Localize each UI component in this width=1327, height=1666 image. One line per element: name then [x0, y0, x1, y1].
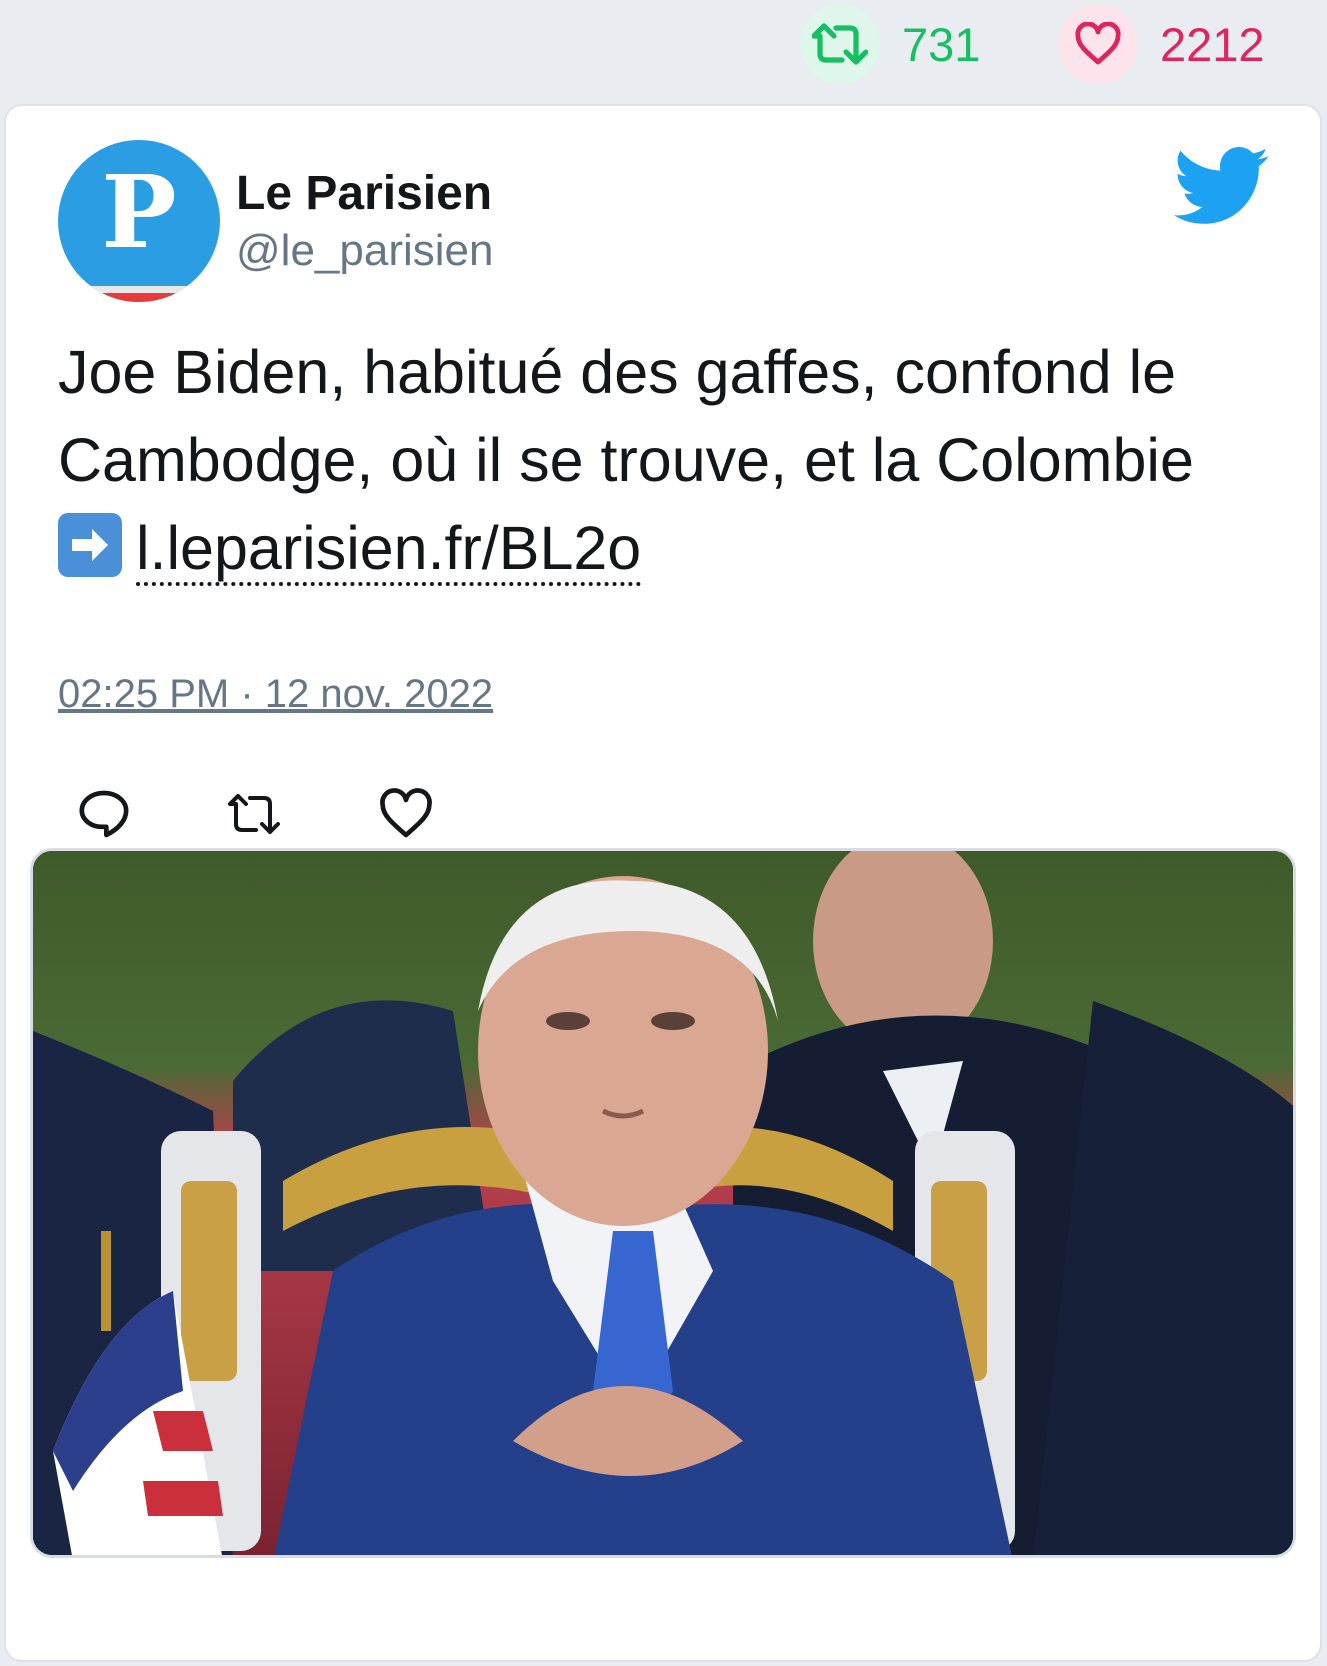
avatar-stripe-red: [58, 293, 220, 302]
right-arrow-emoji: [58, 513, 122, 577]
heart-icon: [1058, 4, 1138, 84]
retweet-icon: [800, 4, 880, 84]
tweet-text: Joe Biden, habitué des gaffes, confond l…: [58, 328, 1238, 592]
reply-icon[interactable]: [76, 786, 132, 842]
author-name[interactable]: Le Parisien: [236, 166, 492, 221]
avatar[interactable]: P: [58, 140, 220, 302]
tweet-link[interactable]: l.leparisien.fr/BL2o: [136, 514, 642, 586]
like-action-icon[interactable]: [378, 786, 434, 842]
twitter-bird-icon[interactable]: [1174, 146, 1270, 228]
photo-illustration: [33, 851, 1293, 1555]
like-count: 2212: [1160, 17, 1265, 71]
tweet-timestamp[interactable]: 02:25 PM · 12 nov. 2022: [58, 672, 493, 717]
retweet-count: 731: [902, 17, 981, 71]
tweet-card: P Le Parisien @le_parisien Joe Biden, ha…: [4, 104, 1322, 1662]
engagement-stats: 731 2212: [0, 0, 1327, 104]
tweet-media-image[interactable]: [30, 848, 1296, 1558]
avatar-letter: P: [101, 153, 177, 271]
retweet-count-stat[interactable]: 731: [800, 4, 980, 84]
tweet-body: Joe Biden, habitué des gaffes, confond l…: [58, 338, 1194, 494]
retweet-action-icon[interactable]: [226, 786, 282, 842]
like-count-stat[interactable]: 2212: [1058, 4, 1265, 84]
author-handle[interactable]: @le_parisien: [236, 226, 493, 276]
